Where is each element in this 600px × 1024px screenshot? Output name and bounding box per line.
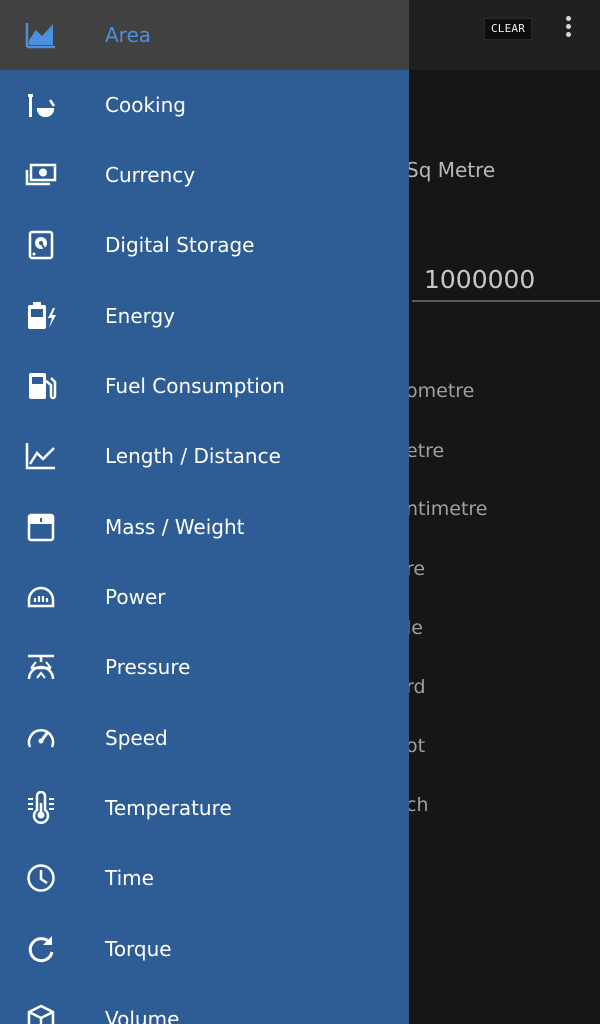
overflow-menu-icon[interactable] [560, 14, 576, 42]
speedometer-icon [24, 721, 58, 755]
drawer-item-label: Energy [105, 304, 176, 328]
power-gauge-icon [24, 580, 58, 614]
drawer-item-label: Area [105, 23, 152, 47]
drawer-item-volume[interactable]: Volume [0, 984, 409, 1024]
drawer-item-label: Pressure [105, 655, 191, 679]
drawer-item-pressure[interactable]: Pressure [0, 632, 409, 702]
drawer-item-label: Cooking [105, 93, 186, 117]
drawer-item-label: Temperature [105, 796, 232, 820]
drawer-item-fuel-consumption[interactable]: Fuel Consumption [0, 351, 409, 421]
drawer-item-energy[interactable]: Energy [0, 281, 409, 351]
drawer-item-label: Mass / Weight [105, 515, 245, 539]
result-item: ch [406, 794, 429, 816]
drawer-item-time[interactable]: Time [0, 843, 409, 913]
drawer-item-currency[interactable]: Currency [0, 140, 409, 210]
drawer-item-cooking[interactable]: Cooking [0, 70, 409, 140]
storage-disk-icon [24, 228, 58, 262]
drawer-item-label: Length / Distance [105, 444, 281, 468]
clock-icon [24, 861, 58, 895]
navigation-drawer: Area Cooking Currency Digital Storage En [0, 0, 409, 1024]
drawer-item-label: Volume [105, 1007, 180, 1024]
drawer-item-area[interactable]: Area [0, 0, 409, 70]
area-chart-icon [24, 18, 58, 52]
drawer-item-digital-storage[interactable]: Digital Storage [0, 210, 409, 280]
result-item: ometre [406, 380, 475, 402]
drawer-item-label: Digital Storage [105, 233, 255, 257]
currency-icon [24, 158, 58, 192]
drawer-item-label: Time [105, 866, 154, 890]
rotate-icon [24, 932, 58, 966]
fuel-pump-icon [24, 369, 58, 403]
drawer-item-label: Speed [105, 726, 168, 750]
drawer-item-label: Fuel Consumption [105, 374, 285, 398]
weight-scale-icon [24, 510, 58, 544]
line-chart-icon [24, 439, 58, 473]
result-item: ntimetre [406, 498, 488, 520]
drawer-item-label: Currency [105, 163, 196, 187]
result-item: etre [406, 440, 445, 462]
drawer-item-torque[interactable]: Torque [0, 914, 409, 984]
drawer-item-label: Power [105, 585, 166, 609]
drawer-item-label: Torque [105, 937, 172, 961]
drawer-item-speed[interactable]: Speed [0, 703, 409, 773]
clear-button[interactable]: CLEAR [484, 18, 532, 40]
drawer-item-power[interactable]: Power [0, 562, 409, 632]
value-input[interactable] [412, 258, 600, 302]
unit-converter-screen: CLEAR Sq Metre ometre etre ntimetre re l… [0, 0, 600, 1024]
cube-icon [24, 1002, 58, 1024]
thermometer-icon [24, 791, 58, 825]
drawer-item-length-distance[interactable]: Length / Distance [0, 421, 409, 491]
drawer-item-temperature[interactable]: Temperature [0, 773, 409, 843]
from-unit-selector[interactable]: Sq Metre [406, 158, 495, 182]
drawer-item-mass-weight[interactable]: Mass / Weight [0, 492, 409, 562]
pressure-icon [24, 650, 58, 684]
cooking-icon [24, 88, 58, 122]
battery-charge-icon [24, 299, 58, 333]
